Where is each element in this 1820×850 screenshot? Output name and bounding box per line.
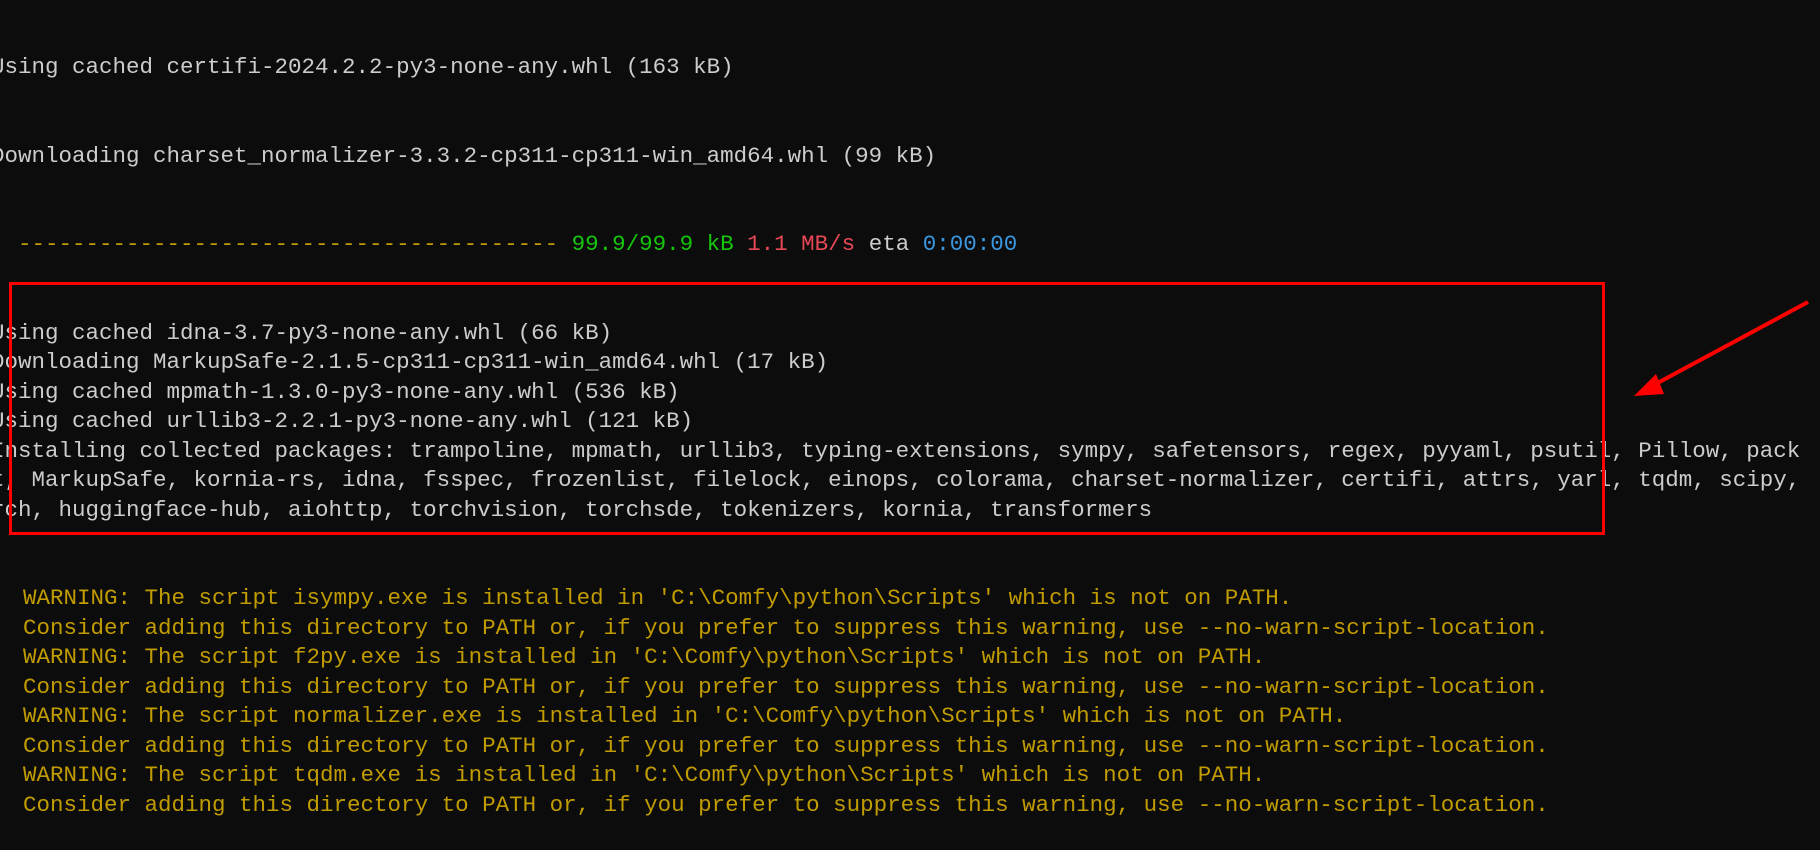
warning-line: Consider adding this directory to PATH o… xyxy=(23,614,1549,641)
warning-line: WARNING: The script isympy.exe is instal… xyxy=(23,585,1293,611)
arrow-shaft xyxy=(1651,300,1809,388)
warning-line: Consider adding this directory to PATH o… xyxy=(23,791,1549,818)
warning-line: WARNING: The script tqdm.exe is installe… xyxy=(23,762,1266,788)
warning-line: Consider adding this directory to PATH o… xyxy=(23,732,1549,759)
arrow-annotation xyxy=(1634,300,1809,396)
warning-line: WARNING: The script f2py.exe is installe… xyxy=(23,644,1266,670)
warning-line: Consider adding this directory to PATH o… xyxy=(23,673,1549,700)
warning-line: WARNING: The script normalizer.exe is in… xyxy=(23,703,1347,729)
arrow-head xyxy=(1634,374,1664,396)
